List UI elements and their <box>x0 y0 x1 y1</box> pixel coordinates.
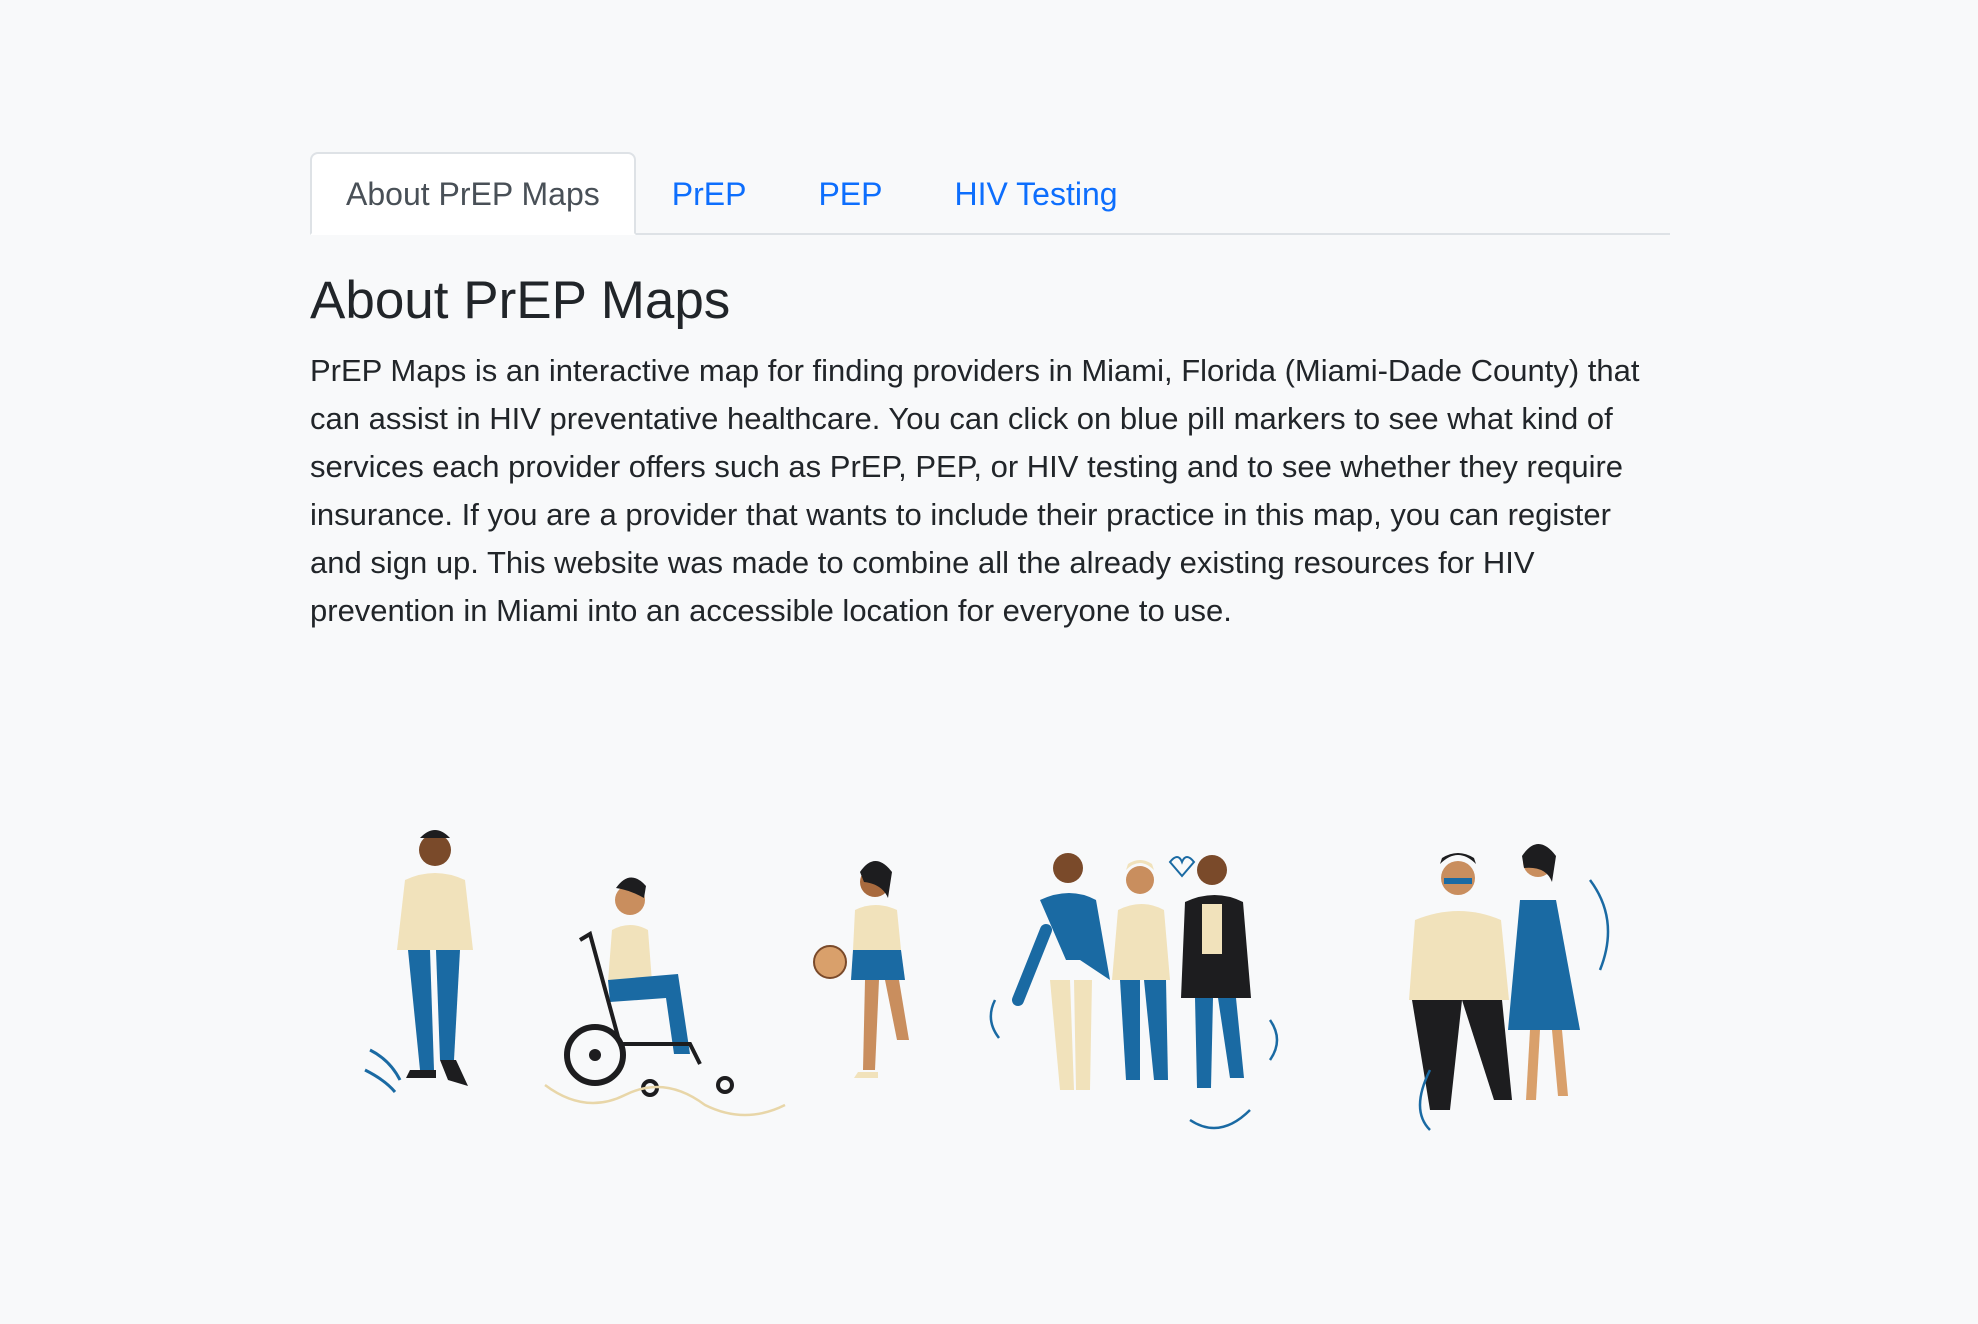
woman-with-ball-figure <box>813 861 909 1078</box>
main-container: About PrEP Maps PrEP PEP HIV Testing Abo… <box>310 152 1670 635</box>
couple-figure <box>1409 844 1610 1131</box>
group-of-three-figure <box>989 853 1279 1130</box>
standing-man-figure <box>364 830 473 1093</box>
wheelchair-user-figure <box>544 877 786 1117</box>
tab-about-prep-maps[interactable]: About PrEP Maps <box>310 152 636 235</box>
nav-tabs: About PrEP Maps PrEP PEP HIV Testing <box>310 152 1670 235</box>
intro-paragraph: PrEP Maps is an interactive map for find… <box>310 352 1640 628</box>
tab-hiv-testing[interactable]: HIV Testing <box>918 152 1153 235</box>
tab-pep[interactable]: PEP <box>782 152 918 235</box>
people-illustration <box>364 830 1610 1131</box>
tab-prep[interactable]: PrEP <box>636 152 783 235</box>
page-title: About PrEP Maps <box>310 271 731 330</box>
